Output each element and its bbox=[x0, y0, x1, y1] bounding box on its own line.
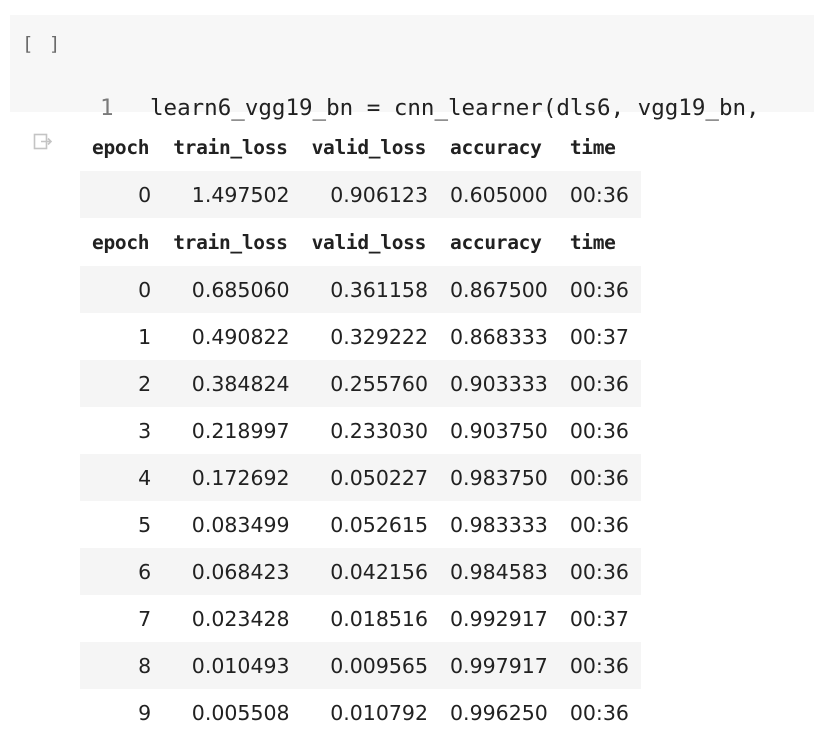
cell-train-loss: 0.023428 bbox=[191, 606, 290, 631]
table-header-row: epoch train_loss valid_loss accuracy time bbox=[80, 219, 641, 266]
cell-accuracy: 0.903333 bbox=[450, 371, 548, 396]
cell-epoch: 4 bbox=[138, 465, 152, 490]
cell-train-loss: 0.068423 bbox=[191, 559, 290, 584]
cell-train-loss: 1.497502 bbox=[191, 182, 290, 207]
table-row: 8 0.010493 0.009565 0.997917 00:36 bbox=[80, 642, 641, 689]
cell-valid-loss: 0.052615 bbox=[330, 512, 429, 537]
table-row: 0 0.685060 0.361158 0.867500 00:36 bbox=[80, 266, 641, 313]
cell-valid-loss: 0.255760 bbox=[330, 371, 429, 396]
cell-accuracy: 0.983750 bbox=[450, 465, 548, 490]
table-header-row: epoch train_loss valid_loss accuracy time bbox=[80, 124, 641, 171]
column-header-accuracy: accuracy bbox=[450, 231, 542, 254]
column-header-accuracy: accuracy bbox=[450, 136, 542, 159]
cell-time: 00:36 bbox=[569, 465, 629, 490]
cell-time: 00:36 bbox=[569, 700, 629, 725]
table-row: 9 0.005508 0.010792 0.996250 00:36 bbox=[80, 689, 641, 736]
cell-epoch: 0 bbox=[138, 277, 152, 302]
cell-accuracy: 0.868333 bbox=[450, 324, 548, 349]
table-row: 2 0.384824 0.255760 0.903333 00:36 bbox=[80, 360, 641, 407]
cell-valid-loss: 0.009565 bbox=[330, 653, 429, 678]
table-row: 4 0.172692 0.050227 0.983750 00:36 bbox=[80, 454, 641, 501]
cell-valid-loss: 0.906123 bbox=[330, 182, 429, 207]
cell-time: 00:36 bbox=[569, 371, 629, 396]
cell-valid-loss: 0.329222 bbox=[330, 324, 429, 349]
table-row: 0 1.497502 0.906123 0.605000 00:36 bbox=[80, 171, 641, 218]
cell-epoch: 2 bbox=[138, 371, 152, 396]
column-header-time: time bbox=[569, 231, 616, 254]
table-row: 1 0.490822 0.329222 0.868333 00:37 bbox=[80, 313, 641, 360]
line-number: 1 bbox=[100, 95, 114, 121]
column-header-epoch: epoch bbox=[92, 136, 150, 159]
cell-time: 00:37 bbox=[569, 606, 629, 631]
table-row: 6 0.068423 0.042156 0.984583 00:36 bbox=[80, 548, 641, 595]
cell-epoch: 3 bbox=[138, 418, 152, 443]
cell-train-loss: 0.685060 bbox=[191, 277, 290, 302]
cell-time: 00:36 bbox=[569, 277, 629, 302]
cell-time: 00:36 bbox=[569, 559, 629, 584]
cell-accuracy: 0.996250 bbox=[450, 700, 548, 725]
cell-valid-loss: 0.042156 bbox=[330, 559, 429, 584]
cell-epoch: 7 bbox=[138, 606, 152, 631]
cell-accuracy: 0.867500 bbox=[450, 277, 548, 302]
run-cell-button[interactable]: [ ] bbox=[22, 33, 62, 55]
column-header-time: time bbox=[569, 136, 616, 159]
cell-train-loss: 0.010493 bbox=[191, 653, 290, 678]
cell-time: 00:36 bbox=[569, 512, 629, 537]
cell-train-loss: 0.490822 bbox=[191, 324, 290, 349]
cell-epoch: 6 bbox=[138, 559, 152, 584]
cell-time: 00:37 bbox=[569, 324, 629, 349]
column-header-epoch: epoch bbox=[92, 231, 150, 254]
cell-valid-loss: 0.361158 bbox=[330, 277, 429, 302]
cell-train-loss: 0.083499 bbox=[191, 512, 290, 537]
cell-valid-loss: 0.018516 bbox=[330, 606, 429, 631]
cell-train-loss: 0.005508 bbox=[191, 700, 290, 725]
cell-accuracy: 0.984583 bbox=[450, 559, 548, 584]
cell-train-loss: 0.172692 bbox=[191, 465, 290, 490]
cell-accuracy: 0.983333 bbox=[450, 512, 548, 537]
cell-time: 00:36 bbox=[569, 653, 629, 678]
cell-accuracy: 0.605000 bbox=[450, 182, 548, 207]
cell-epoch: 8 bbox=[138, 653, 152, 678]
cell-epoch: 9 bbox=[138, 700, 152, 725]
column-header-valid-loss: valid_loss bbox=[311, 136, 427, 159]
column-header-valid-loss: valid_loss bbox=[311, 231, 427, 254]
cell-valid-loss: 0.010792 bbox=[330, 700, 429, 725]
output-arrow-icon[interactable] bbox=[33, 132, 53, 152]
code-line-1: 1 learn6_vgg19_bn = cnn_learner(dls6, vg… bbox=[100, 93, 760, 124]
table-row: 5 0.083499 0.052615 0.983333 00:36 bbox=[80, 501, 641, 548]
cell-accuracy: 0.992917 bbox=[450, 606, 548, 631]
cell-epoch: 5 bbox=[138, 512, 152, 537]
table-row: 3 0.218997 0.233030 0.903750 00:36 bbox=[80, 407, 641, 454]
column-header-train-loss: train_loss bbox=[173, 136, 288, 159]
column-header-train-loss: train_loss bbox=[173, 231, 288, 254]
cell-time: 00:36 bbox=[569, 182, 629, 207]
cell-accuracy: 0.997917 bbox=[450, 653, 548, 678]
cell-epoch: 0 bbox=[138, 182, 152, 207]
table-row: 7 0.023428 0.018516 0.992917 00:37 bbox=[80, 595, 641, 642]
cell-epoch: 1 bbox=[138, 324, 152, 349]
cell-train-loss: 0.384824 bbox=[191, 371, 290, 396]
code-text: learn6_vgg19_bn = cnn_learner(dls6, vgg1… bbox=[150, 95, 760, 121]
cell-valid-loss: 0.050227 bbox=[330, 465, 429, 490]
cell-accuracy: 0.903750 bbox=[450, 418, 548, 443]
cell-train-loss: 0.218997 bbox=[191, 418, 290, 443]
cell-time: 00:36 bbox=[569, 418, 629, 443]
results-table-frozen: epoch train_loss valid_loss accuracy time 0 1… bbox=[80, 124, 641, 218]
results-table-finetune: epoch train_loss valid_loss accuracy time 00… bbox=[80, 219, 641, 736]
cell-valid-loss: 0.233030 bbox=[330, 418, 429, 443]
